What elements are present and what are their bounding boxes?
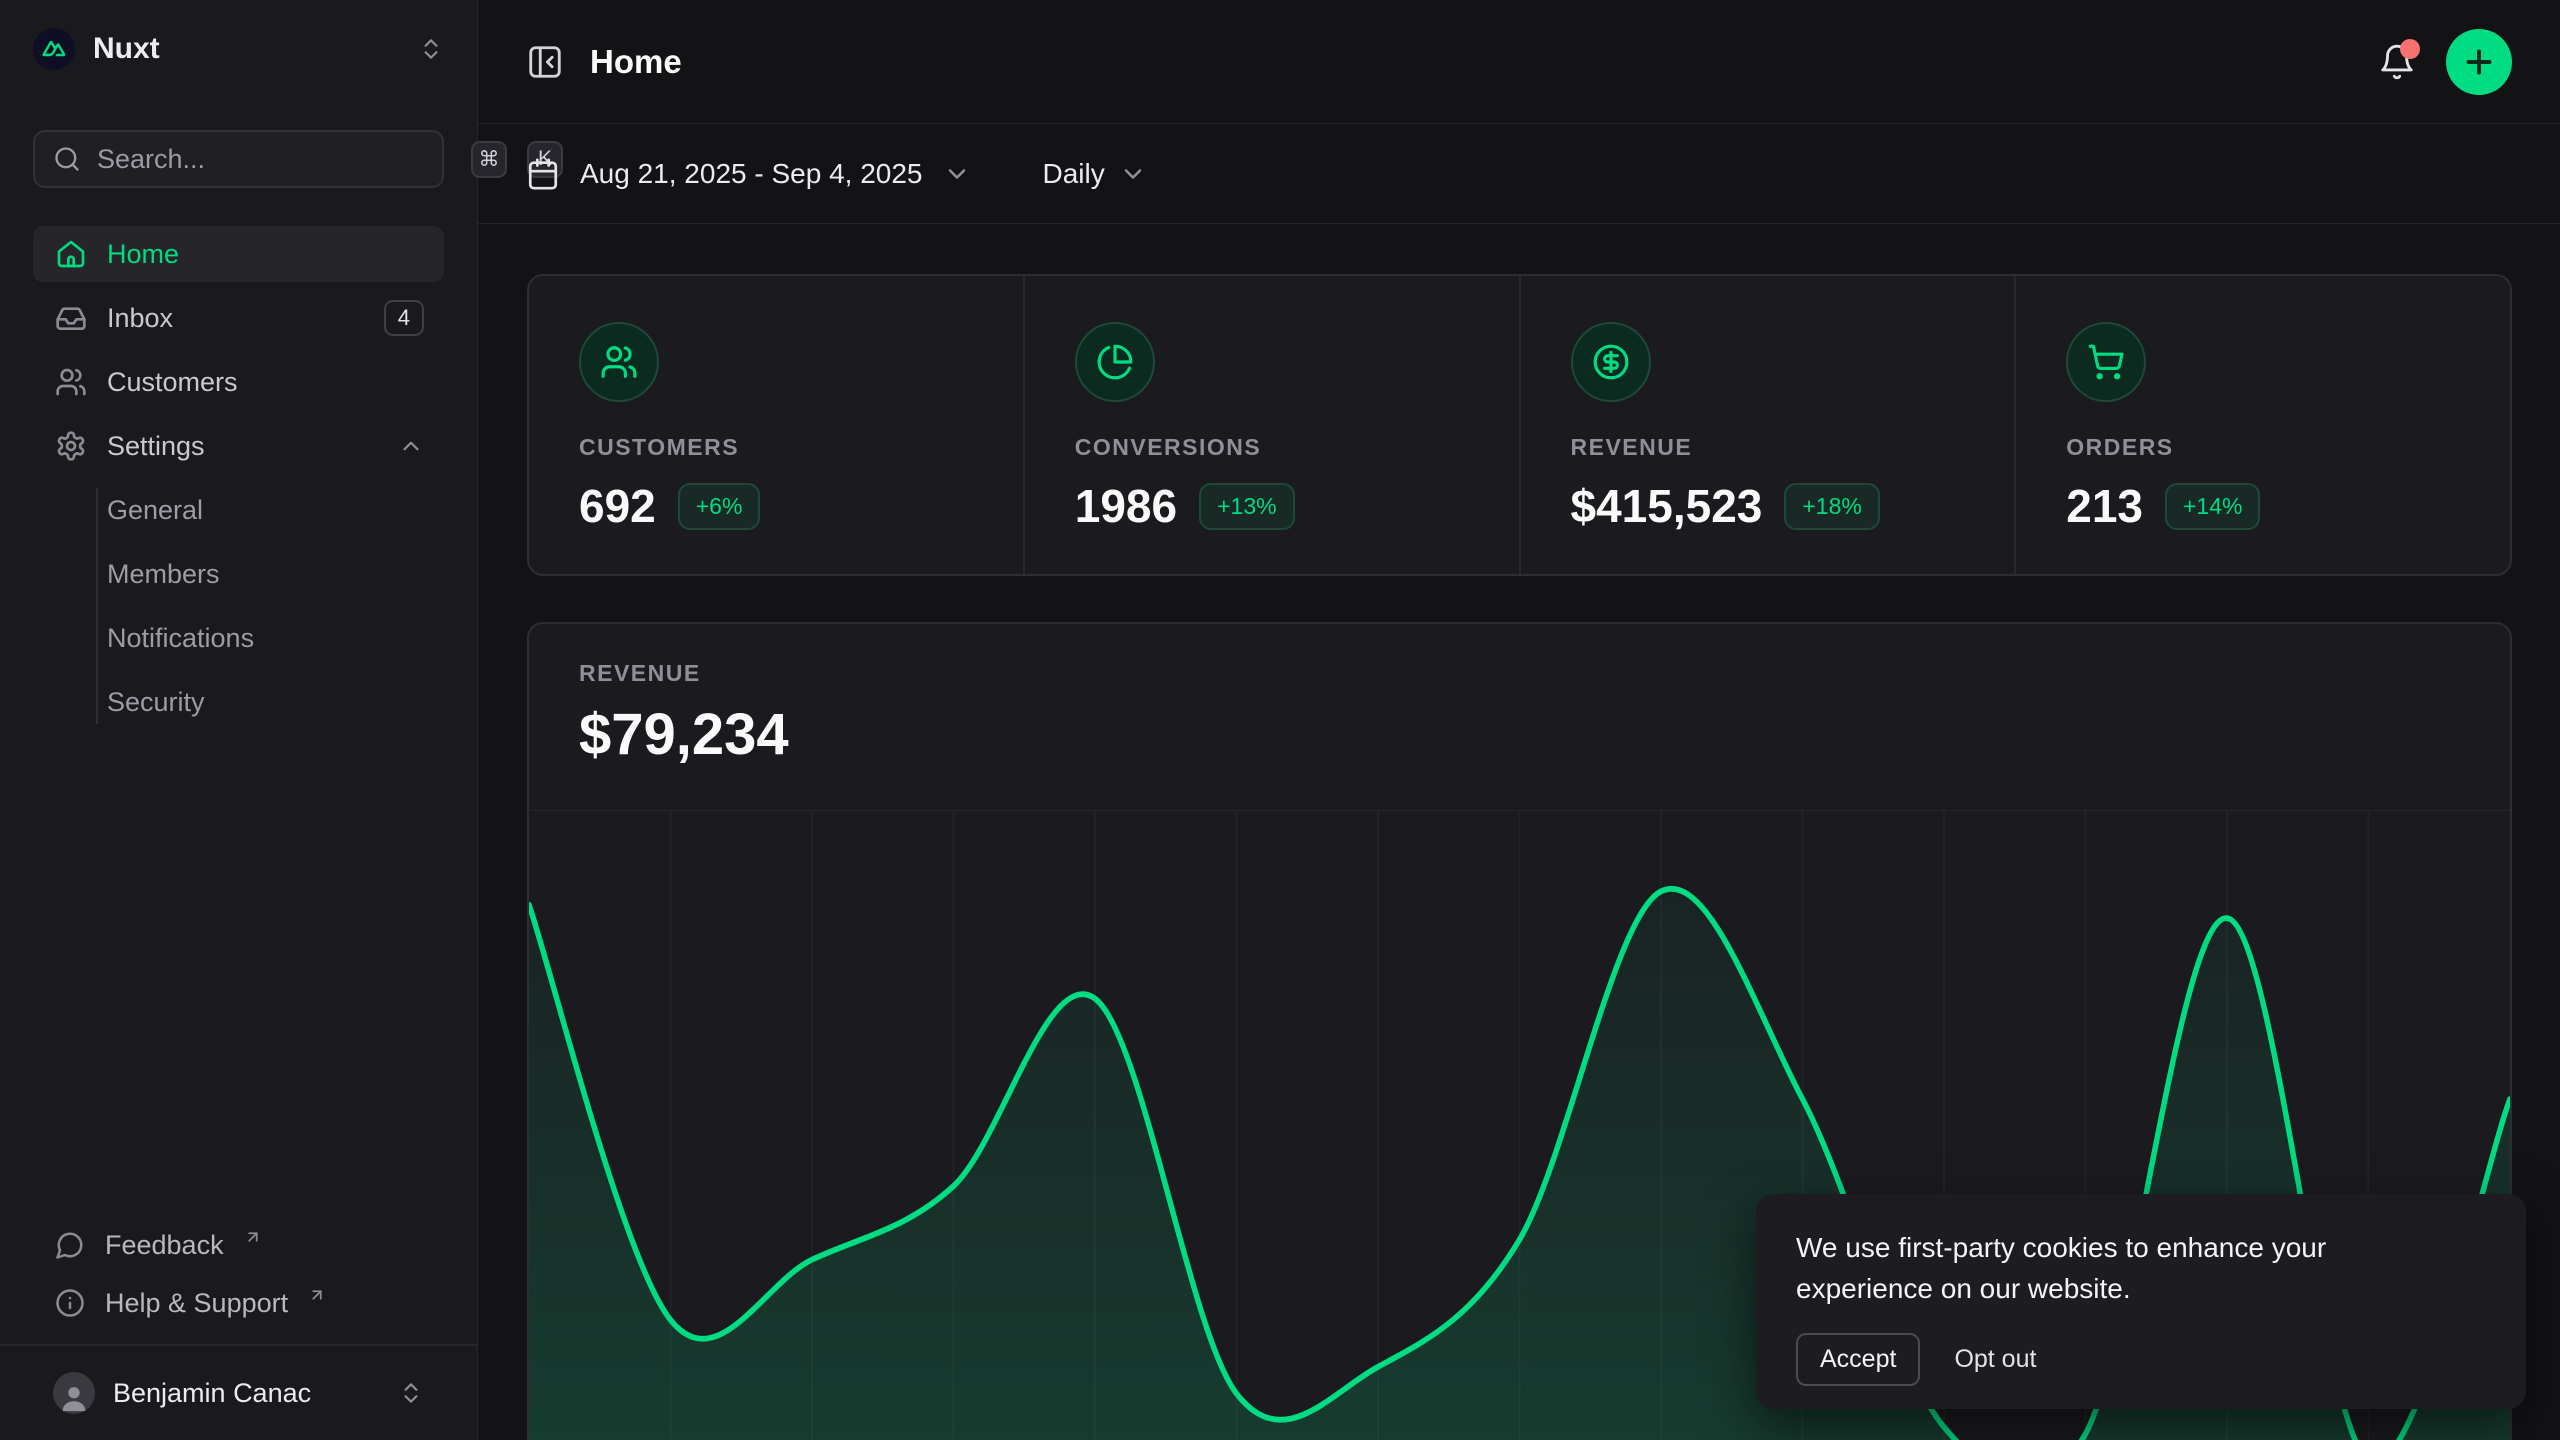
stat-orders[interactable]: ORDERS 213 +14%: [2014, 276, 2510, 574]
pie-chart-icon: [1075, 322, 1155, 402]
workspace-selector[interactable]: Nuxt: [33, 26, 444, 72]
feedback-label: Feedback: [105, 1230, 224, 1261]
plus-icon: [2461, 44, 2497, 80]
search-input[interactable]: ⌘ K: [33, 130, 444, 188]
sidebar-item-general[interactable]: General: [107, 482, 444, 538]
stat-value: 692: [579, 479, 656, 533]
sidebar: Nuxt ⌘ K Home Inb: [0, 0, 478, 1440]
sidebar-item-members[interactable]: Members: [107, 546, 444, 602]
delta-badge: +6%: [678, 483, 761, 530]
sidebar-item-label: Settings: [107, 431, 205, 462]
user-menu[interactable]: Benjamin Canac: [33, 1346, 444, 1440]
date-range-picker[interactable]: Aug 21, 2025 - Sep 4, 2025: [526, 157, 971, 191]
sidebar-item-home[interactable]: Home: [33, 226, 444, 282]
help-support-label: Help & Support: [105, 1288, 288, 1319]
stat-value: 213: [2066, 479, 2143, 533]
cookie-message: We use first-party cookies to enhance yo…: [1796, 1228, 2396, 1309]
toolbar: Aug 21, 2025 - Sep 4, 2025 Daily: [478, 124, 2560, 224]
notifications-button[interactable]: [2378, 43, 2416, 81]
sidebar-item-security[interactable]: Security: [107, 674, 444, 730]
sidebar-item-label: Customers: [107, 367, 238, 398]
stat-label: ORDERS: [2066, 434, 2510, 461]
stat-label: REVENUE: [1571, 434, 2015, 461]
message-bubble-icon: [55, 1230, 85, 1260]
help-support-link[interactable]: Help & Support: [33, 1274, 444, 1332]
app-window: Nuxt ⌘ K Home Inb: [0, 0, 2560, 1440]
unread-dot: [2400, 39, 2420, 59]
cookie-banner: We use first-party cookies to enhance yo…: [1756, 1194, 2526, 1409]
stat-label: CONVERSIONS: [1075, 434, 1519, 461]
sidebar-nav: Home Inbox 4 Customers Settings: [33, 226, 444, 730]
page-title: Home: [590, 43, 682, 81]
revenue-label: REVENUE: [579, 660, 2510, 687]
feedback-link[interactable]: Feedback: [33, 1216, 444, 1274]
chevron-down-icon: [1119, 160, 1147, 188]
brand-name: Nuxt: [93, 32, 160, 66]
period-label: Daily: [1043, 158, 1105, 190]
accept-cookies-button[interactable]: Accept: [1796, 1333, 1920, 1386]
sidebar-item-notifications[interactable]: Notifications: [107, 610, 444, 666]
stat-revenue[interactable]: REVENUE $415,523 +18%: [1519, 276, 2015, 574]
revenue-total: $79,234: [579, 701, 2510, 768]
stat-customers[interactable]: CUSTOMERS 692 +6%: [529, 276, 1023, 574]
external-link-icon: [308, 1286, 326, 1304]
delta-badge: +18%: [1784, 483, 1879, 530]
stats-card: CUSTOMERS 692 +6% CONVERSIONS 1986 +13%: [527, 274, 2512, 576]
period-select[interactable]: Daily: [1043, 158, 1147, 190]
chevrons-up-down-icon: [398, 1380, 424, 1406]
stat-value: $415,523: [1571, 479, 1763, 533]
user-name: Benjamin Canac: [113, 1378, 311, 1409]
stat-value: 1986: [1075, 479, 1177, 533]
delta-badge: +13%: [1199, 483, 1294, 530]
sidebar-item-label: Home: [107, 239, 179, 270]
gear-icon: [55, 430, 87, 462]
inbox-count-badge: 4: [384, 300, 424, 336]
chevron-down-icon: [943, 160, 971, 188]
sidebar-spacer: [33, 730, 444, 1216]
stat-conversions[interactable]: CONVERSIONS 1986 +13%: [1023, 276, 1519, 574]
delta-badge: +14%: [2165, 483, 2260, 530]
add-button[interactable]: [2446, 29, 2512, 95]
home-icon: [55, 238, 87, 270]
stat-label: CUSTOMERS: [579, 434, 1023, 461]
avatar: [53, 1372, 95, 1414]
search-field[interactable]: [97, 144, 451, 175]
sidebar-item-customers[interactable]: Customers: [33, 354, 444, 410]
inbox-icon: [55, 302, 87, 334]
users-icon: [579, 322, 659, 402]
external-link-icon: [244, 1228, 262, 1246]
collapse-sidebar-icon[interactable]: [526, 43, 564, 81]
top-navbar: Home: [478, 0, 2560, 124]
users-icon: [55, 366, 87, 398]
nuxt-logo-icon: [33, 28, 75, 70]
chevrons-up-down-icon: [418, 36, 444, 62]
info-circle-icon: [55, 1288, 85, 1318]
circle-dollar-icon: [1571, 322, 1651, 402]
date-range-label: Aug 21, 2025 - Sep 4, 2025: [580, 158, 923, 190]
sidebar-item-inbox[interactable]: Inbox 4: [33, 290, 444, 346]
chevron-up-icon: [398, 433, 424, 459]
shopping-cart-icon: [2066, 322, 2146, 402]
sidebar-item-settings[interactable]: Settings: [33, 418, 444, 474]
sidebar-item-label: Inbox: [107, 303, 173, 334]
calendar-icon: [526, 157, 560, 191]
search-icon: [53, 145, 81, 173]
settings-sub-list: General Members Notifications Security: [33, 482, 444, 730]
optout-cookies-button[interactable]: Opt out: [1954, 1345, 2036, 1374]
